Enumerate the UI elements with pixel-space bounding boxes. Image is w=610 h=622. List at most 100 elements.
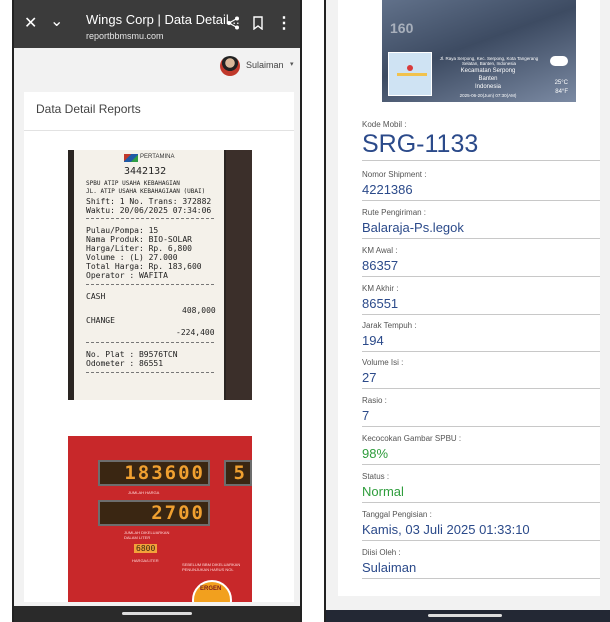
field-value: 4221386 <box>362 182 600 201</box>
geotag-photo[interactable]: 160 Jl. Raya Serpong, Kec. Serpong, Kota… <box>382 0 576 102</box>
field-value: 194 <box>362 333 600 352</box>
chevron-down-icon[interactable]: ⌄ <box>50 14 63 30</box>
divider <box>86 372 214 373</box>
emergency-button-icon: ERGEN <box>192 580 232 602</box>
pump-liters-display: 2700 <box>98 500 210 526</box>
receipt-photo[interactable]: PERTAMINA 3442132 SPBU ATIP USAHA KEBAHA… <box>68 150 252 400</box>
receipt-line: Harga/Liter: Rp. 6,800 <box>86 244 192 253</box>
map-thumbnail <box>388 52 432 96</box>
field-status: Status : Normal <box>362 472 600 503</box>
divider <box>86 342 214 343</box>
field-tanggal-pengisian: Tanggal Pengisian : Kamis, 03 Juli 2025 … <box>362 510 600 541</box>
field-label: Status : <box>362 472 390 481</box>
field-label: Volume Isi : <box>362 358 404 367</box>
close-icon[interactable]: ✕ <box>24 16 37 32</box>
receipt-paper: PERTAMINA 3442132 SPBU ATIP USAHA KEBAHA… <box>74 150 224 400</box>
field-volume-isi: Volume Isi : 27 <box>362 358 600 389</box>
home-gesture-bar[interactable] <box>122 612 192 615</box>
field-label: KM Awal : <box>362 246 398 255</box>
divider <box>86 218 214 219</box>
receipt-number: 3442132 <box>124 166 167 177</box>
field-value: SRG-1133 <box>362 130 600 161</box>
field-rasio: Rasio : 7 <box>362 396 600 427</box>
field-label: Nomor Shipment : <box>362 170 427 179</box>
chevron-down-icon[interactable]: ▾ <box>290 60 294 68</box>
receipt-line: Nama Produk: BIO-SOLAR <box>86 235 192 244</box>
photo-display-digits: 160 <box>390 20 414 36</box>
receipt-line: Pulau/Pompa: 15 <box>86 226 159 235</box>
map-pin-icon <box>407 65 413 71</box>
page-url: reportbbmsmu.com <box>86 31 164 41</box>
field-label: Kode Mobil : <box>362 120 407 129</box>
receipt-line: Odometer : 86551 <box>86 359 164 368</box>
pump-amount-label: JUMLAH HARGA <box>128 490 160 495</box>
photo-location-line: Indonesia <box>474 84 502 90</box>
left-phone-screen: ✕ ⌄ Wings Corp | Data Detail... reportbb… <box>12 0 302 622</box>
field-value: Sulaiman <box>362 560 600 579</box>
system-nav-bar <box>326 610 610 622</box>
photo-timestamp: 2025-06-20(Jum) 07:30(AM) <box>459 93 517 98</box>
photo-location-line: Banten <box>478 76 498 82</box>
field-km-akhir: KM Akhir : 86551 <box>362 284 600 315</box>
photo-location-line: Kecamatan Serpong <box>460 68 516 74</box>
field-value: 86551 <box>362 296 600 315</box>
bookmark-icon[interactable] <box>252 16 264 34</box>
status-badge: Normal <box>362 484 600 503</box>
field-label: Rute Pengiriman : <box>362 208 427 217</box>
divider <box>24 130 294 131</box>
field-rute-pengiriman: Rute Pengiriman : Balaraja-Ps.legok <box>362 208 600 239</box>
field-label: Tanggal Pengisian : <box>362 510 432 519</box>
section-heading: Data Detail Reports <box>36 102 141 116</box>
home-gesture-bar[interactable] <box>428 614 502 617</box>
receipt-line: SPBU ATIP USAHA KEBAHAGIAN <box>86 180 180 187</box>
report-content: Data Detail Reports PERTAMINA 3442132 SP… <box>24 92 294 602</box>
pump-price-label: HARGA/LITER <box>132 558 159 563</box>
receipt-line: Operator : WAFITA <box>86 271 168 280</box>
more-vert-icon[interactable]: ⋮ <box>276 16 292 32</box>
receipt-line: Volume : (L) 27.000 <box>86 253 178 262</box>
field-kode-mobil: Kode Mobil : SRG-1133 <box>362 120 600 161</box>
user-bar: Sulaiman ▾ <box>14 48 300 86</box>
receipt-background <box>226 150 252 400</box>
receipt-line: -224,400 <box>176 328 215 337</box>
receipt-line: CHANGE <box>86 316 115 325</box>
field-kecocokan-gambar: Kecocokan Gambar SPBU : 98% <box>362 434 600 465</box>
field-value: Balaraja-Ps.legok <box>362 220 600 239</box>
temperature-celsius: 25°C <box>554 80 568 86</box>
pump-side-display: 5 <box>224 460 252 486</box>
pump-display-photo[interactable]: 183600 JUMLAH HARGA 5 2700 JUMLAH DIKELU… <box>68 436 252 602</box>
photo-address: Jl. Raya Serpong, Kec. Serpong, Kota Tan… <box>439 56 539 66</box>
share-icon[interactable] <box>226 16 240 34</box>
receipt-line: CASH <box>86 292 106 301</box>
receipt-line: No. Plat : B9576TCN <box>86 350 178 359</box>
field-value: 98% <box>362 446 600 465</box>
field-label: Diisi Oleh : <box>362 548 401 557</box>
avatar[interactable] <box>220 56 240 76</box>
field-value: 86357 <box>362 258 600 277</box>
system-nav-bar <box>14 606 300 622</box>
field-diisi-oleh: Diisi Oleh : Sulaiman <box>362 548 600 579</box>
field-value: 27 <box>362 370 600 389</box>
receipt-brand: PERTAMINA <box>140 154 175 160</box>
detail-card: 160 Jl. Raya Serpong, Kec. Serpong, Kota… <box>338 0 600 596</box>
field-jarak-tempuh: Jarak Tempuh : 194 <box>362 321 600 352</box>
pump-liters-label: JUMLAH DIKELUARKAN DALAM LITER <box>124 530 170 540</box>
pertamina-logo <box>124 154 138 162</box>
right-phone-screen: 160 Jl. Raya Serpong, Kec. Serpong, Kota… <box>324 0 610 622</box>
field-value: Kamis, 03 Juli 2025 01:33:10 <box>362 522 600 541</box>
pump-amount-display: 183600 <box>98 460 210 486</box>
user-name[interactable]: Sulaiman <box>246 60 284 70</box>
field-label: KM Akhir : <box>362 284 399 293</box>
field-label: Jarak Tempuh : <box>362 321 417 330</box>
page-title: Wings Corp | Data Detail... <box>86 12 240 27</box>
pump-price-display: 6800 <box>134 544 158 553</box>
receipt-line: Total Harga: Rp. 183,600 <box>86 262 202 271</box>
field-label: Kecocokan Gambar SPBU : <box>362 434 462 443</box>
field-value: 7 <box>362 408 600 427</box>
field-km-awal: KM Awal : 86357 <box>362 246 600 277</box>
divider <box>86 284 214 285</box>
receipt-line: JL. ATIP USAHA KEBAHAGIAAN (UBAI) <box>86 188 206 195</box>
field-label: Rasio : <box>362 396 387 405</box>
field-nomor-shipment: Nomor Shipment : 4221386 <box>362 170 600 201</box>
browser-app-bar: ✕ ⌄ Wings Corp | Data Detail... reportbb… <box>14 0 300 48</box>
